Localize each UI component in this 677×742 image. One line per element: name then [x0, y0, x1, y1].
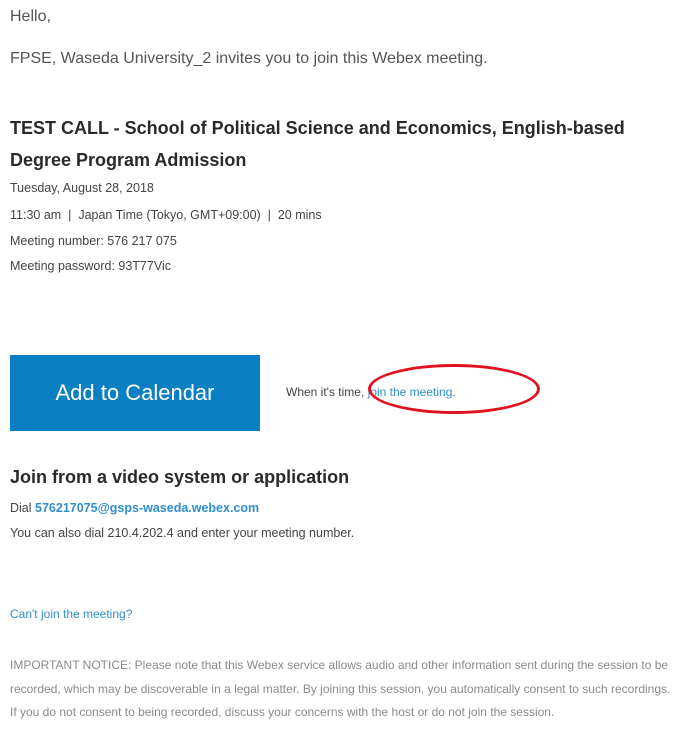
important-notice: IMPORTANT NOTICE: Please note that this … [10, 658, 671, 719]
meeting-time: 11:30 am | Japan Time (Tokyo, GMT+09:00)… [10, 208, 322, 222]
meeting-number: Meeting number: 576 217 075 [10, 234, 177, 248]
meeting-password: Meeting password: 93T77Vic [10, 259, 171, 273]
cant-join-link[interactable]: Can't join the meeting? [10, 607, 132, 621]
alternate-dial-text: You can also dial 210.4.202.4 and enter … [10, 526, 355, 540]
join-prompt-prefix: When it's time, [286, 385, 368, 399]
dial-prefix: Dial [10, 501, 36, 515]
meeting-title: TEST CALL - School of Political Science … [10, 118, 625, 170]
meeting-date: Tuesday, August 28, 2018 [10, 181, 154, 195]
greeting-text: Hello, [10, 8, 51, 25]
add-to-calendar-button[interactable]: Add to Calendar [10, 355, 260, 431]
video-join-heading: Join from a video system or application [10, 467, 350, 487]
dial-line: Dial 576217075@gsps-waseda.webex.com [10, 501, 259, 515]
invite-text: FPSE, Waseda University_2 invites you to… [10, 50, 488, 67]
video-address-link[interactable]: 576217075@gsps-waseda.webex.com [35, 501, 259, 515]
red-annotation-circle [368, 364, 540, 414]
